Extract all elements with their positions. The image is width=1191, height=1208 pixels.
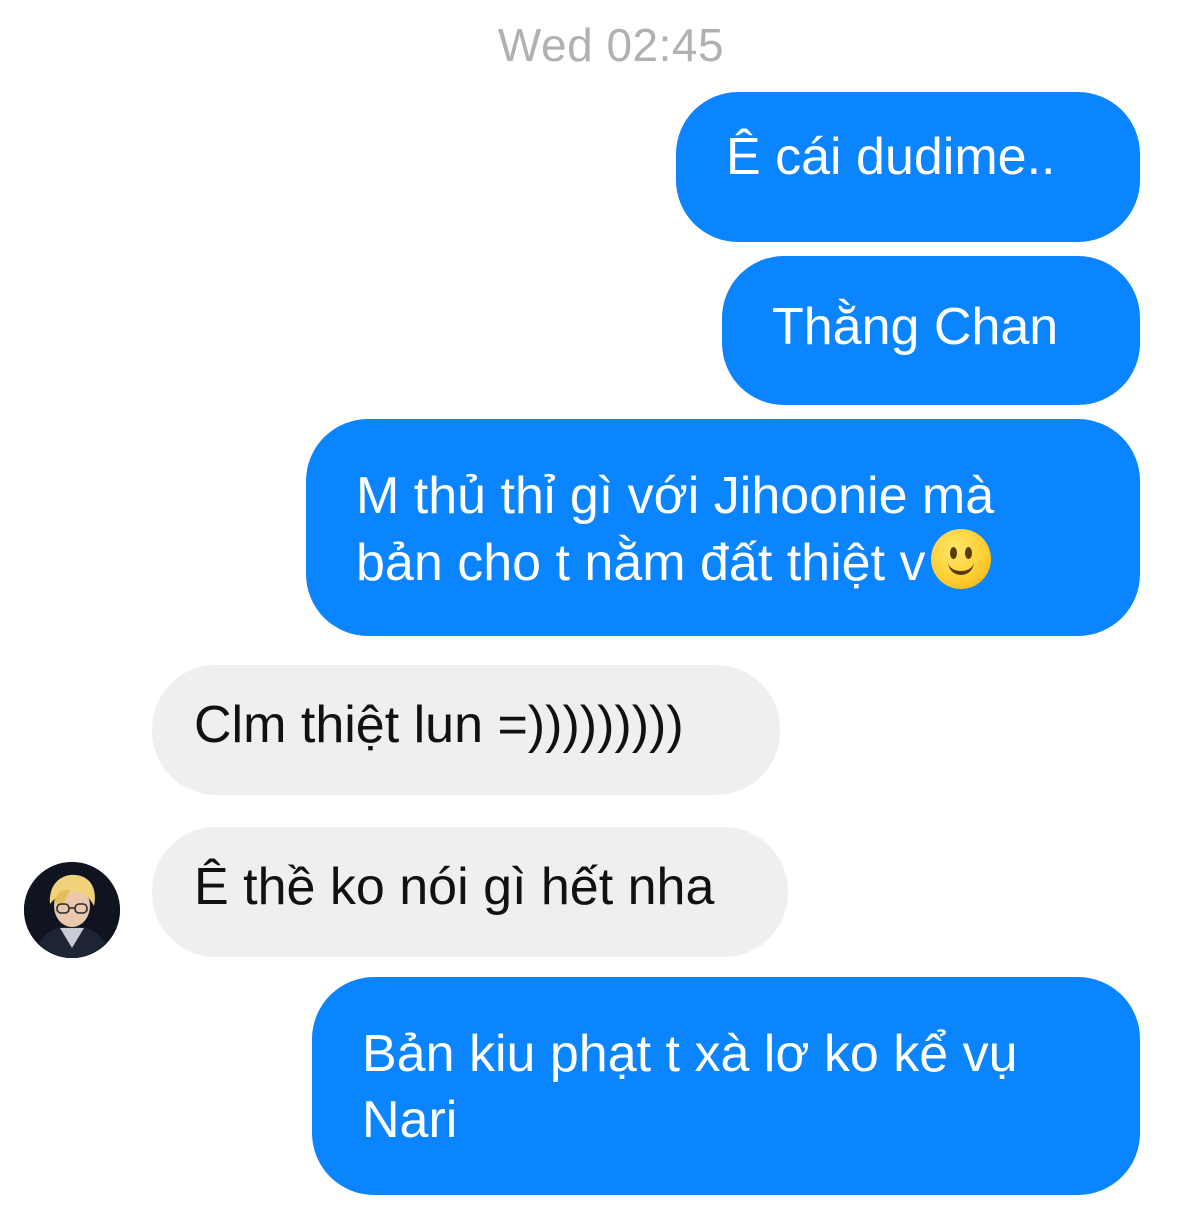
message-text: bản cho t nằm đất thiệt v <box>356 534 926 592</box>
incoming-message-bubble[interactable]: Clm thiệt lun =))))))))) <box>152 665 780 795</box>
message-text: Ê cái dudime.. <box>726 128 1056 186</box>
outgoing-message-bubble[interactable]: Thằng Chan <box>722 256 1140 405</box>
message-text: Ê thề ko nói gì hết nha <box>194 858 715 916</box>
outgoing-message-bubble[interactable]: Ê cái dudime.. <box>676 92 1140 242</box>
sender-avatar[interactable] <box>24 862 120 958</box>
slightly-smiling-face-emoji-icon <box>931 529 992 589</box>
message-text: Nari <box>362 1091 458 1149</box>
message-text: Bản kiu phạt t xà lơ ko kể vụ <box>362 1025 1018 1083</box>
outgoing-message-bubble[interactable]: M thủ thỉ gì với Jihoonie mà bản cho t n… <box>306 419 1140 636</box>
message-text: Clm thiệt lun =))))))))) <box>194 696 684 754</box>
incoming-message-bubble[interactable]: Ê thề ko nói gì hết nha <box>152 827 788 957</box>
message-timestamp: Wed 02:45 <box>497 19 725 71</box>
message-text: M thủ thỉ gì với Jihoonie mà <box>356 467 995 525</box>
message-text: Thằng Chan <box>772 298 1059 356</box>
outgoing-message-bubble[interactable]: Bản kiu phạt t xà lơ ko kể vụ Nari <box>312 977 1140 1195</box>
